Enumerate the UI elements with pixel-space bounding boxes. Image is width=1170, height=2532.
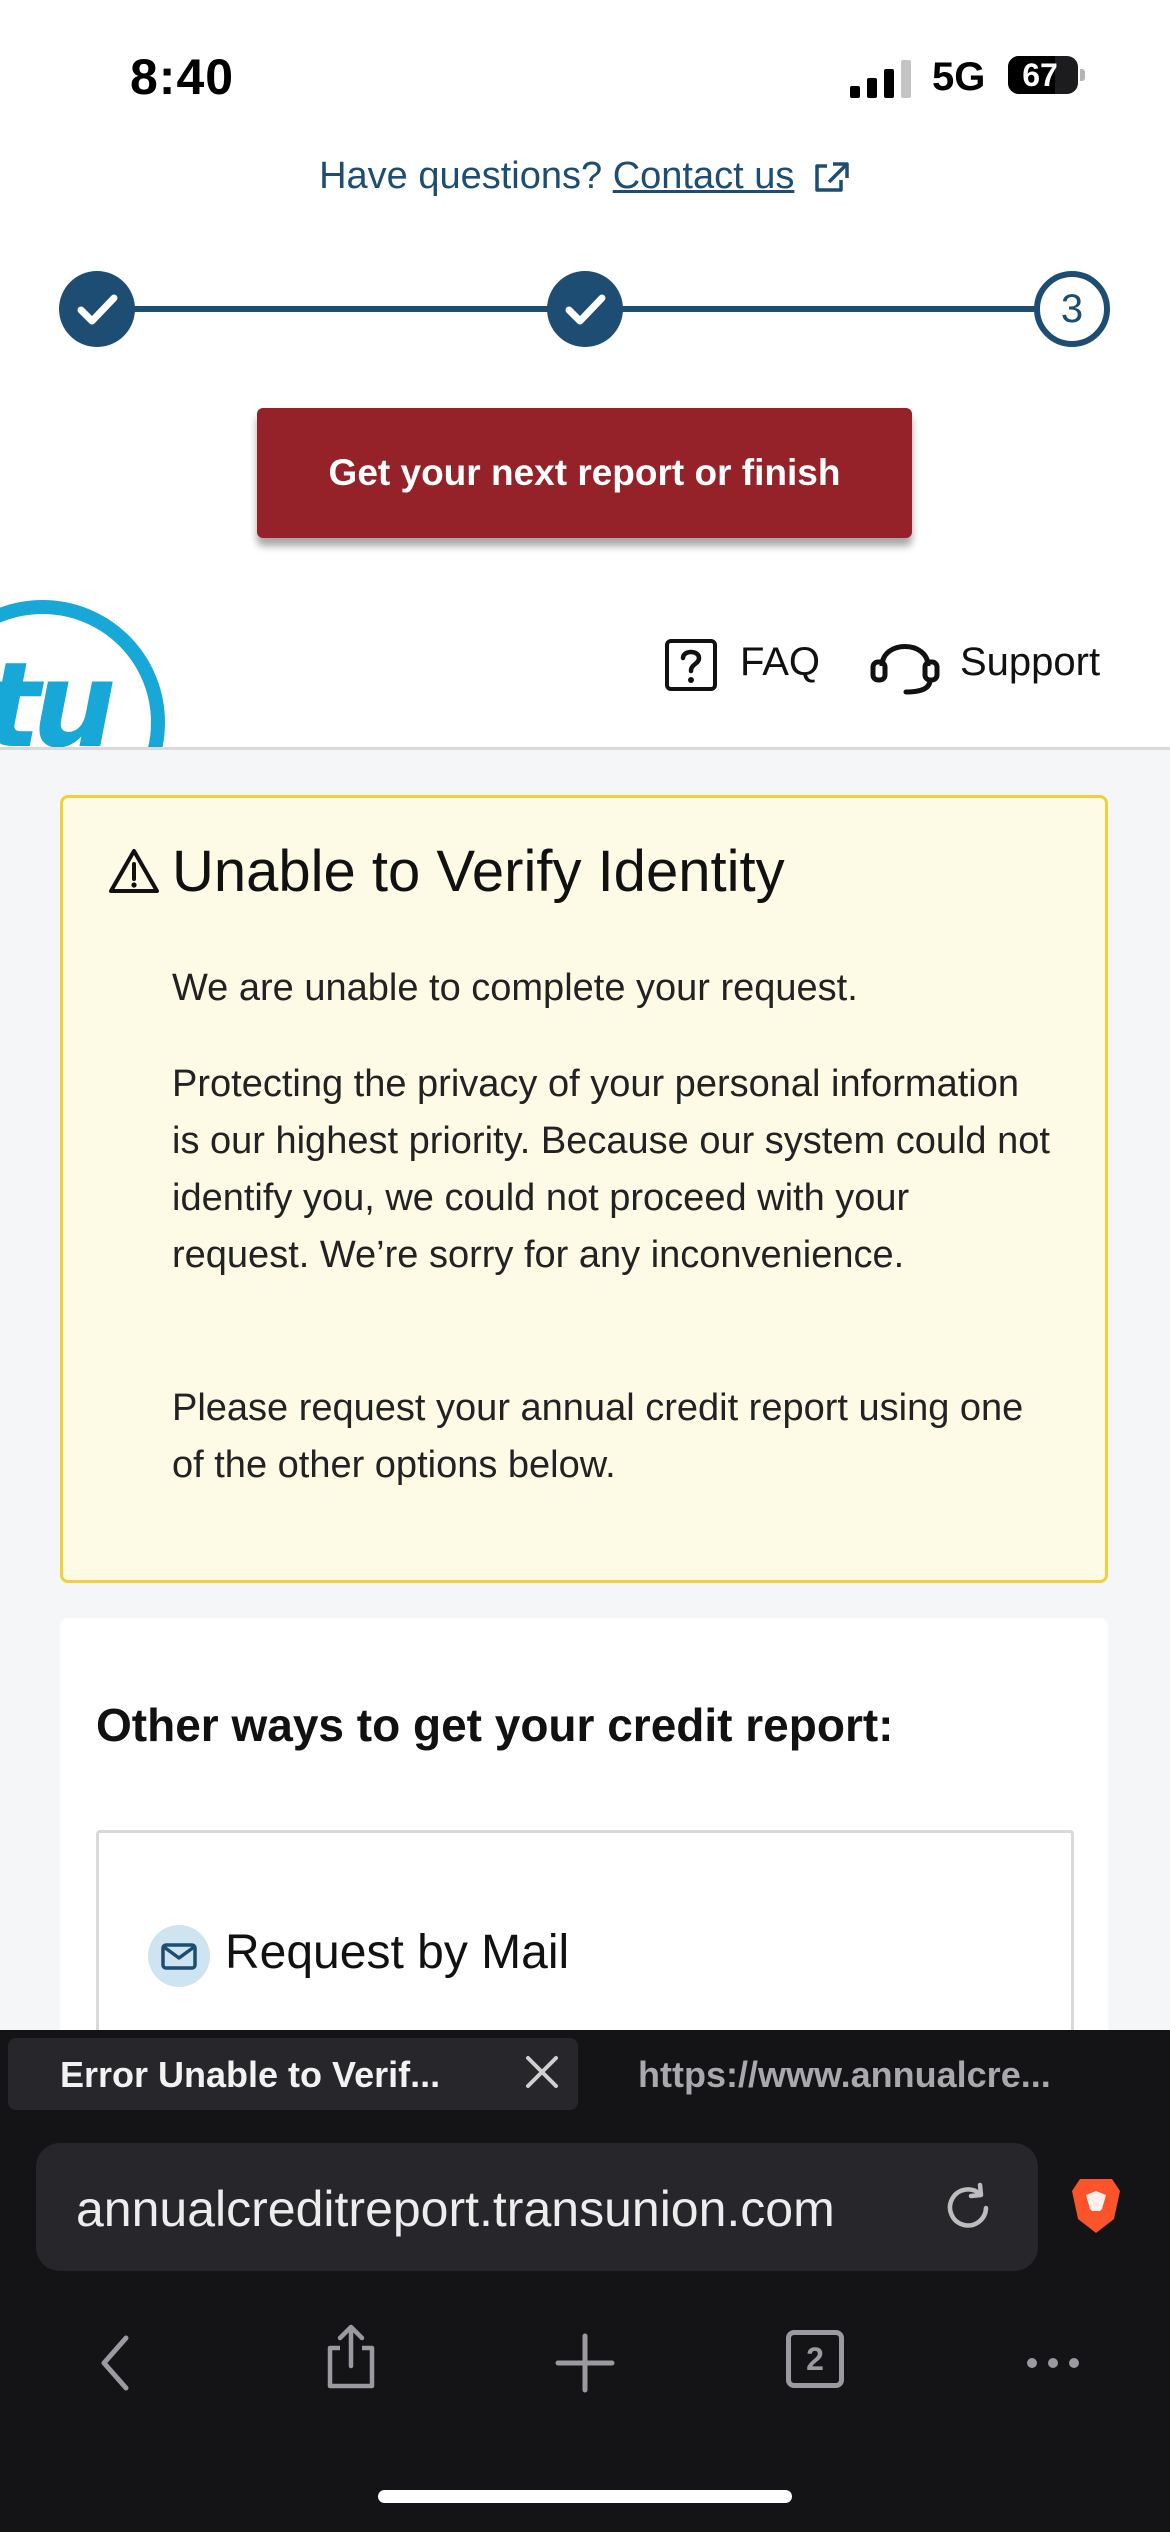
reload-icon[interactable] xyxy=(940,2180,996,2236)
support-link[interactable]: Support xyxy=(960,640,1100,685)
step-3-current: 3 xyxy=(1034,271,1110,347)
step-1-complete xyxy=(59,271,135,347)
checkmark-icon xyxy=(77,294,118,325)
warning-icon xyxy=(109,849,159,893)
checkmark-icon xyxy=(565,294,606,325)
network-type: 5G xyxy=(932,55,986,99)
contact-line: Have questions? Contact us xyxy=(0,155,1170,198)
next-report-button[interactable]: Get your next report or finish xyxy=(257,408,912,538)
share-icon[interactable] xyxy=(316,2322,386,2392)
alert-title: Unable to Verify Identity xyxy=(172,839,785,904)
inactive-tab-title[interactable]: https://www.annualcre... xyxy=(638,2054,1051,2096)
more-menu-icon[interactable] xyxy=(1018,2328,1088,2398)
headset-icon[interactable] xyxy=(870,632,940,698)
external-link-icon[interactable] xyxy=(811,160,851,196)
new-tab-plus-icon[interactable] xyxy=(550,2328,620,2398)
cellular-signal-icon xyxy=(850,60,911,98)
alert-message-1: We are unable to complete your request. xyxy=(172,967,858,1009)
back-icon[interactable] xyxy=(82,2328,152,2398)
question-icon[interactable] xyxy=(664,638,718,692)
battery-percent: 67 xyxy=(1022,57,1058,93)
address-bar[interactable]: annualcreditreport.transunion.com xyxy=(36,2143,1038,2271)
mail-icon xyxy=(148,1925,210,1987)
home-indicator[interactable] xyxy=(378,2490,792,2503)
close-tab-icon[interactable] xyxy=(520,2050,564,2094)
logo-text: tu xyxy=(0,636,116,748)
url-text[interactable]: annualcreditreport.transunion.com xyxy=(76,2180,835,2238)
transunion-logo[interactable]: tu xyxy=(0,600,180,748)
request-by-mail-label[interactable]: Request by Mail xyxy=(225,1925,569,1980)
active-tab-title[interactable]: Error Unable to Verif... xyxy=(60,2054,440,2096)
alert-message-2: Protecting the privacy of your personal … xyxy=(172,1063,1050,1276)
contact-us-link[interactable]: Contact us xyxy=(613,155,795,197)
other-ways-title: Other ways to get your credit report: xyxy=(96,1699,894,1751)
status-time: 8:40 xyxy=(130,49,235,105)
step-2-complete xyxy=(547,271,623,347)
brave-lion-icon[interactable] xyxy=(1068,2175,1124,2237)
contact-prefix: Have questions? xyxy=(319,155,603,197)
alert-message-3: Please request your annual credit report… xyxy=(172,1387,1024,1486)
faq-link[interactable]: FAQ xyxy=(740,640,820,685)
battery-icon: 67 xyxy=(1008,56,1085,94)
tab-count-button[interactable]: 2 xyxy=(786,2330,844,2388)
